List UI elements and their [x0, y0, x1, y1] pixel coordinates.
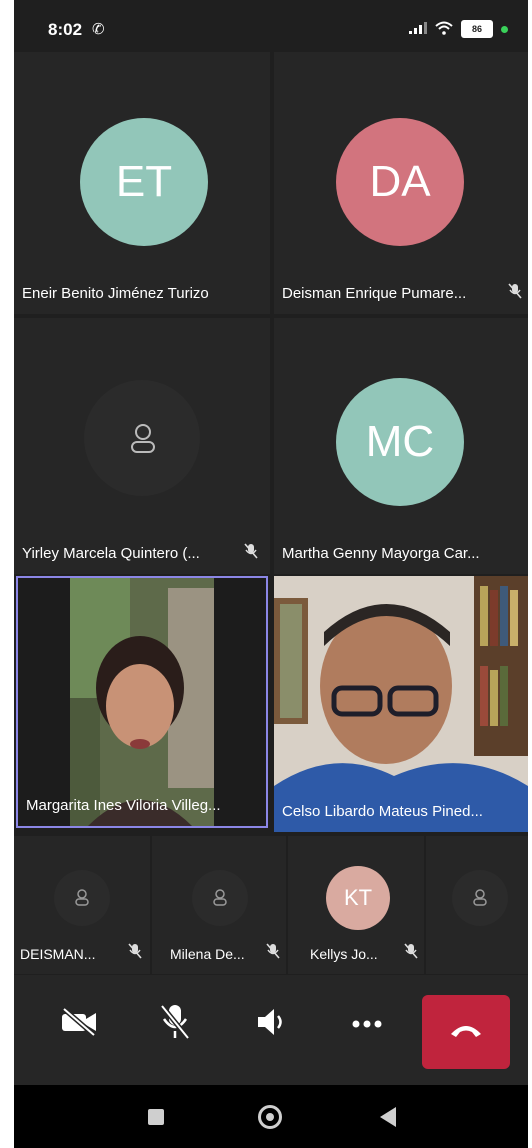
wifi-icon — [435, 21, 453, 38]
participant-name: Kellys Jo... — [310, 946, 378, 962]
mic-muted-icon — [404, 943, 418, 962]
microphone-toggle-button[interactable] — [140, 989, 210, 1059]
participant-name: Deisman Enrique Pumare... — [282, 285, 467, 302]
person-icon — [74, 888, 90, 911]
speaker-button[interactable] — [238, 989, 308, 1059]
participant-tile-5-active[interactable]: Margarita Ines Viloria Villeg... — [16, 576, 268, 828]
mic-off-icon — [159, 1003, 191, 1046]
camera-off-icon — [60, 1006, 98, 1042]
participant-name: Celso Libardo Mateus Pined... — [282, 803, 483, 820]
mic-muted-icon — [266, 943, 280, 962]
phone-call-icon: ✆ — [92, 21, 105, 38]
signal-icon — [409, 21, 427, 37]
system-navigation-bar — [14, 1085, 528, 1148]
participant-tile-10[interactable] — [426, 836, 528, 974]
participant-name: Margarita Ines Viloria Villeg... — [26, 797, 221, 814]
avatar: ET — [80, 118, 208, 246]
more-icon — [352, 1015, 382, 1033]
participant-name: Yirley Marcela Quintero (... — [22, 545, 200, 562]
video-feed — [18, 578, 266, 826]
battery-icon: 86 — [461, 20, 493, 38]
video-feed — [274, 576, 528, 832]
camera-toggle-button[interactable] — [44, 989, 114, 1059]
avatar: MC — [336, 378, 464, 506]
mic-muted-icon — [508, 283, 522, 302]
person-icon — [212, 888, 228, 911]
participant-name: Martha Genny Mayorga Car... — [282, 545, 480, 562]
participant-tile-9[interactable]: KT Kellys Jo... — [288, 836, 424, 974]
participant-tile-1[interactable]: ET Eneir Benito Jiménez Turizo — [14, 52, 270, 314]
call-controls — [14, 975, 528, 1085]
person-icon — [472, 888, 488, 911]
status-bar: 8:02 ✆ 86 — [14, 0, 528, 60]
hang-up-button[interactable] — [422, 995, 510, 1069]
participant-tile-2[interactable]: DA Deisman Enrique Pumare... — [274, 52, 528, 314]
participant-tile-4[interactable]: MC Martha Genny Mayorga Car... — [274, 318, 528, 574]
avatar: DA — [336, 118, 464, 246]
privacy-indicator-dot — [501, 25, 508, 33]
participant-tile-8[interactable]: Milena De... — [152, 836, 286, 974]
recents-square-icon[interactable] — [148, 1109, 164, 1125]
participant-name: Eneir Benito Jiménez Turizo — [22, 285, 209, 302]
participant-tile-7[interactable]: DEISMAN... — [14, 836, 150, 974]
speaker-icon — [256, 1007, 290, 1042]
status-time: 8:02 — [48, 20, 83, 39]
more-options-button[interactable] — [332, 989, 402, 1059]
mic-muted-icon — [128, 943, 142, 962]
hang-up-icon — [449, 1022, 483, 1043]
participant-tile-3[interactable]: Yirley Marcela Quintero (... — [14, 318, 270, 574]
mic-muted-icon — [244, 543, 258, 562]
phone-screen: 8:02 ✆ 86 ET Eneir Benito Jiménez Turizo… — [14, 0, 528, 1148]
participant-name: DEISMAN... — [20, 946, 96, 962]
participant-tile-6[interactable]: Celso Libardo Mateus Pined... — [274, 576, 528, 832]
participant-name: Milena De... — [170, 946, 245, 962]
back-triangle-icon[interactable] — [380, 1107, 396, 1127]
status-right: 86 — [409, 20, 508, 38]
person-icon — [128, 422, 158, 459]
avatar: KT — [326, 866, 390, 930]
home-dot — [266, 1113, 274, 1121]
